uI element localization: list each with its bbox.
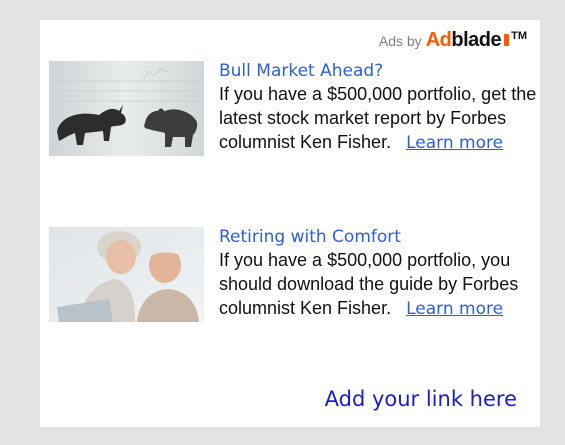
ad-item: Retiring with Comfort If you have a $500… — [49, 226, 535, 376]
ad-text: Retiring with Comfort If you have a $500… — [219, 226, 537, 321]
ad-panel: Ads by Ad blade TM Bull Market Ahead? If… — [40, 20, 540, 427]
ad-frame: Ads by Ad blade TM Bull Market Ahead? If… — [0, 0, 565, 445]
ad-text: Bull Market Ahead? If you have a $500,00… — [219, 60, 537, 155]
logo-text-ad: Ad — [425, 29, 452, 51]
ad-item: Bull Market Ahead? If you have a $500,00… — [49, 60, 537, 210]
ad-body: If you have a $500,000 portfolio, get th… — [219, 82, 537, 155]
learn-more-link[interactable]: Learn more — [406, 299, 503, 319]
bull-bear-image[interactable] — [49, 61, 204, 156]
trademark-label: TM — [511, 29, 527, 42]
ads-by-label: Ads by — [378, 32, 422, 49]
add-your-link-link[interactable]: Add your link here — [325, 387, 517, 411]
learn-more-link[interactable]: Learn more — [406, 133, 503, 153]
senior-couple-image[interactable] — [49, 227, 204, 322]
adblade-branding[interactable]: Ads by Ad blade TM — [379, 29, 527, 52]
ad-title-link[interactable]: Retiring with Comfort — [219, 226, 537, 248]
adblade-logo: Ad blade — [425, 29, 510, 52]
ad-body: If you have a $500,000 portfolio, you sh… — [219, 248, 537, 321]
ad-title-link[interactable]: Bull Market Ahead? — [219, 60, 537, 82]
logo-bar-icon — [504, 34, 510, 46]
logo-text-blade: blade — [451, 29, 502, 51]
